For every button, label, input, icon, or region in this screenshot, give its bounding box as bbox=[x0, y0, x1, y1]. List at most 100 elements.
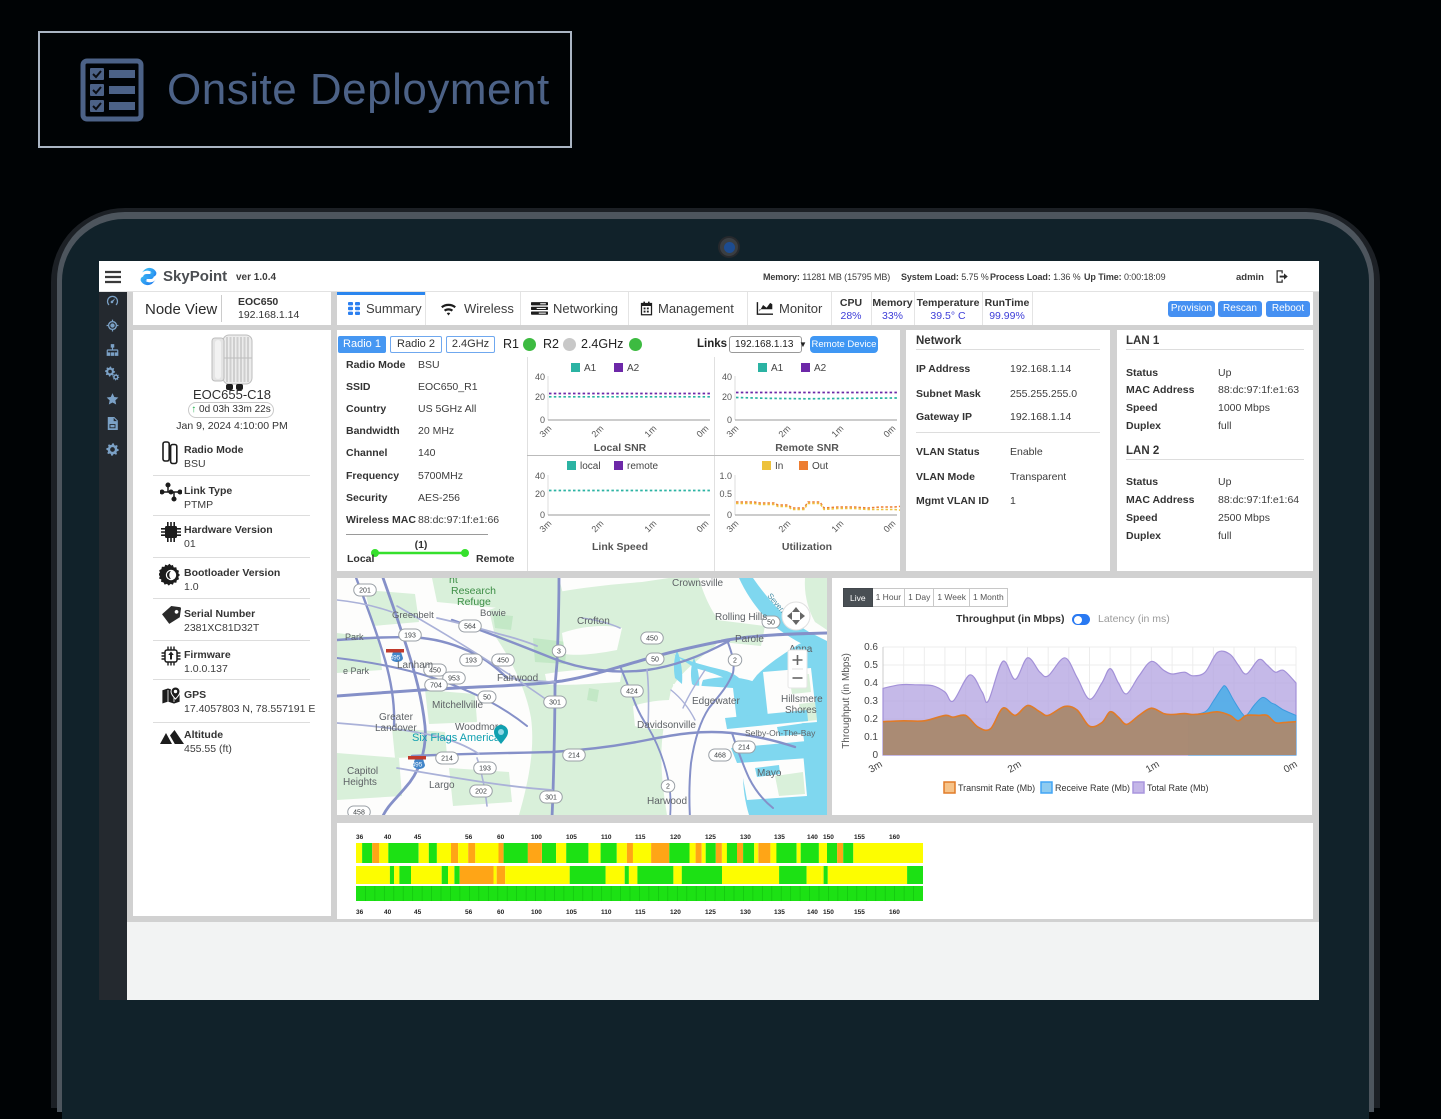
svg-text:Park: Park bbox=[345, 632, 364, 642]
svg-text:0m: 0m bbox=[881, 518, 897, 534]
svg-text:0m: 0m bbox=[694, 518, 710, 534]
svg-text:130: 130 bbox=[740, 834, 751, 841]
svg-text:0: 0 bbox=[727, 510, 732, 520]
svg-text:remote: remote bbox=[627, 461, 659, 472]
svg-text:20: 20 bbox=[535, 392, 545, 402]
svg-text:Capitol: Capitol bbox=[347, 766, 378, 777]
svg-text:50: 50 bbox=[767, 620, 775, 627]
svg-text:Shores: Shores bbox=[785, 705, 817, 716]
svg-text:1.0: 1.0 bbox=[719, 471, 732, 481]
svg-text:3m: 3m bbox=[537, 423, 553, 439]
svg-text:155: 155 bbox=[854, 834, 865, 841]
svg-text:60: 60 bbox=[497, 909, 505, 916]
svg-text:3m: 3m bbox=[537, 518, 553, 534]
svg-text:468: 468 bbox=[714, 753, 726, 760]
svg-text:140: 140 bbox=[807, 834, 818, 841]
svg-text:115: 115 bbox=[635, 909, 646, 916]
svg-text:Fairwood: Fairwood bbox=[497, 673, 538, 684]
svg-text:nt: nt bbox=[449, 578, 458, 586]
svg-text:1m: 1m bbox=[642, 518, 658, 534]
svg-text:2m: 2m bbox=[589, 423, 605, 439]
svg-text:0m: 0m bbox=[694, 423, 710, 439]
svg-text:0: 0 bbox=[540, 415, 545, 425]
svg-text:201: 201 bbox=[359, 588, 371, 595]
svg-text:0: 0 bbox=[540, 510, 545, 520]
svg-text:704: 704 bbox=[430, 683, 442, 690]
svg-text:140: 140 bbox=[807, 909, 818, 916]
svg-text:120: 120 bbox=[670, 834, 681, 841]
svg-text:40: 40 bbox=[384, 834, 392, 841]
svg-text:Transmit Rate (Mb): Transmit Rate (Mb) bbox=[958, 783, 1035, 793]
svg-text:0.3: 0.3 bbox=[864, 696, 878, 707]
svg-text:202: 202 bbox=[475, 789, 487, 796]
svg-text:214: 214 bbox=[441, 756, 453, 763]
svg-text:Heights: Heights bbox=[343, 777, 377, 788]
svg-text:Rolling Hills: Rolling Hills bbox=[715, 612, 767, 623]
svg-text:3m: 3m bbox=[724, 423, 740, 439]
svg-text:2: 2 bbox=[733, 658, 737, 665]
svg-text:e Park: e Park bbox=[343, 666, 370, 676]
svg-text:45: 45 bbox=[414, 834, 422, 841]
svg-text:Largo: Largo bbox=[429, 780, 455, 791]
svg-text:3m: 3m bbox=[724, 518, 740, 534]
svg-text:0.5: 0.5 bbox=[719, 489, 732, 499]
svg-text:110: 110 bbox=[601, 909, 612, 916]
svg-text:Throughput (in Mbps): Throughput (in Mbps) bbox=[841, 653, 852, 749]
svg-text:120: 120 bbox=[670, 909, 681, 916]
svg-text:45: 45 bbox=[414, 909, 422, 916]
svg-text:Lanham: Lanham bbox=[397, 660, 433, 671]
svg-text:301: 301 bbox=[545, 795, 557, 802]
svg-text:155: 155 bbox=[854, 909, 865, 916]
svg-text:Six Flags America: Six Flags America bbox=[412, 732, 501, 744]
svg-text:A2: A2 bbox=[814, 363, 827, 374]
svg-text:40: 40 bbox=[535, 372, 545, 382]
svg-text:953: 953 bbox=[448, 676, 460, 683]
svg-text:1m: 1m bbox=[1144, 759, 1162, 775]
svg-text:214: 214 bbox=[568, 753, 580, 760]
svg-text:56: 56 bbox=[465, 834, 473, 841]
svg-text:Landover: Landover bbox=[375, 723, 417, 734]
svg-text:60: 60 bbox=[497, 834, 505, 841]
svg-text:Mitchellville: Mitchellville bbox=[432, 700, 484, 711]
svg-text:Greater: Greater bbox=[379, 712, 414, 723]
svg-text:Link Speed: Link Speed bbox=[592, 541, 648, 553]
svg-text:193: 193 bbox=[465, 658, 477, 665]
svg-text:Harwood: Harwood bbox=[647, 796, 687, 807]
svg-text:3m: 3m bbox=[867, 759, 885, 775]
svg-text:130: 130 bbox=[740, 909, 751, 916]
svg-text:Davidsonville: Davidsonville bbox=[637, 720, 696, 731]
svg-text:0.2: 0.2 bbox=[864, 714, 878, 725]
svg-text:In: In bbox=[775, 461, 783, 472]
svg-text:Hillsmere: Hillsmere bbox=[781, 694, 823, 705]
svg-text:Utilization: Utilization bbox=[782, 541, 832, 553]
svg-text:135: 135 bbox=[774, 909, 785, 916]
svg-text:40: 40 bbox=[535, 471, 545, 481]
svg-text:2m: 2m bbox=[776, 423, 792, 439]
svg-text:105: 105 bbox=[566, 909, 577, 916]
svg-text:Bowie: Bowie bbox=[480, 608, 506, 619]
svg-text:0.4: 0.4 bbox=[864, 678, 878, 689]
svg-text:1m: 1m bbox=[829, 423, 845, 439]
svg-text:A1: A1 bbox=[584, 363, 597, 374]
svg-text:Refuge: Refuge bbox=[457, 596, 491, 608]
svg-text:Selby-On-The-Bay: Selby-On-The-Bay bbox=[745, 728, 816, 738]
svg-text:193: 193 bbox=[404, 633, 416, 640]
svg-text:Local SNR: Local SNR bbox=[594, 442, 647, 454]
svg-text:0.6: 0.6 bbox=[864, 642, 878, 653]
svg-text:100: 100 bbox=[531, 909, 542, 916]
svg-text:193: 193 bbox=[479, 766, 491, 773]
svg-text:564: 564 bbox=[464, 624, 476, 631]
svg-text:36: 36 bbox=[356, 909, 364, 916]
svg-text:0.5: 0.5 bbox=[864, 660, 878, 671]
svg-text:A1: A1 bbox=[771, 363, 784, 374]
svg-text:50: 50 bbox=[483, 695, 491, 702]
svg-text:301: 301 bbox=[549, 700, 561, 707]
svg-text:2m: 2m bbox=[776, 518, 792, 534]
svg-text:214: 214 bbox=[738, 745, 750, 752]
svg-text:56: 56 bbox=[465, 909, 473, 916]
svg-text:local: local bbox=[580, 461, 601, 472]
svg-text:Greenbelt: Greenbelt bbox=[392, 610, 434, 621]
svg-text:40: 40 bbox=[384, 909, 392, 916]
svg-text:Crofton: Crofton bbox=[577, 616, 610, 627]
svg-text:110: 110 bbox=[601, 834, 612, 841]
